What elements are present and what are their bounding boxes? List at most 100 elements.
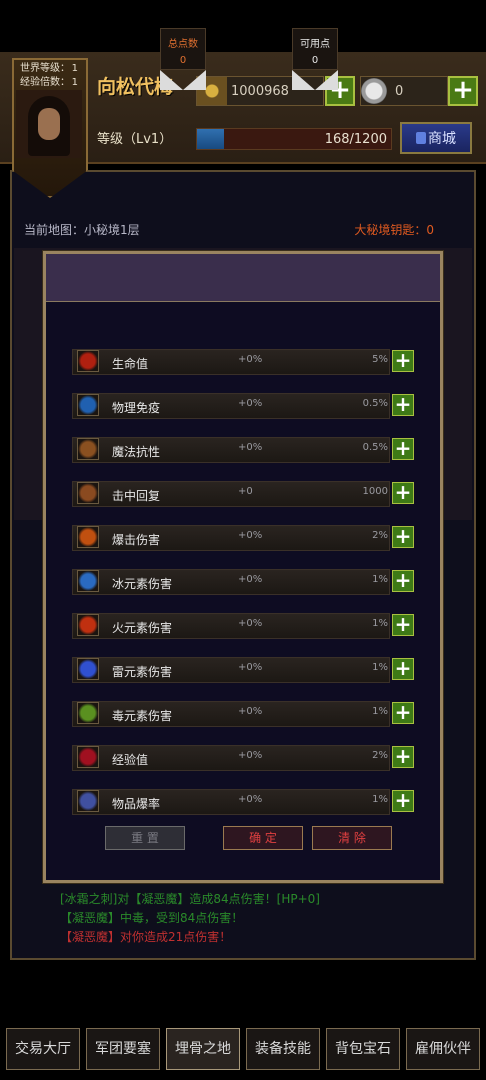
total-points-value: 0 <box>179 55 187 66</box>
attribute-name: 毒元素伤害 <box>112 709 173 723</box>
add-point-button[interactable]: + <box>392 702 414 724</box>
gold-value: 1000968 <box>231 83 289 99</box>
add-point-button[interactable]: + <box>392 570 414 592</box>
log-line: 【凝恶魔】对你造成21点伤害！ <box>60 930 232 944</box>
world-level-value: 1 <box>71 63 78 74</box>
ice-icon <box>77 570 99 592</box>
add-point-button[interactable]: + <box>392 350 414 372</box>
attribute-bonus: +0% <box>238 750 263 761</box>
magic-resist-icon <box>77 438 99 460</box>
coin-icon <box>361 78 387 104</box>
player-level: 等级（Lv1） <box>97 132 173 147</box>
current-map: 当前地图：小秘境1层 <box>24 223 140 237</box>
attribute-name: 冰元素伤害 <box>112 577 173 591</box>
attribute-step: 0.5% <box>362 398 388 409</box>
attribute-name: 爆击伤害 <box>112 533 161 547</box>
dialog-header <box>46 254 440 302</box>
attribute-name: 生命值 <box>112 357 149 371</box>
coin-display: 0 <box>360 76 448 106</box>
attribute-row: 物品爆率 +0% 1% + <box>72 789 418 815</box>
attribute-bonus: +0% <box>238 794 263 805</box>
world-info: 世界等级： 1 经验倍数： 1 <box>20 62 78 90</box>
attribute-row: 魔法抗性 +0% 0.5% + <box>72 437 418 463</box>
exp-text: 168/1200 <box>324 132 387 147</box>
add-point-button[interactable]: + <box>392 746 414 768</box>
attribute-bonus: +0% <box>238 354 263 365</box>
shop-bag-icon <box>416 132 426 144</box>
attribute-step: 5% <box>372 354 388 365</box>
add-point-button[interactable]: + <box>392 614 414 636</box>
add-point-button[interactable]: + <box>392 394 414 416</box>
nav-burial-ground[interactable]: 埋骨之地 <box>166 1028 240 1070</box>
nav-trade-hall[interactable]: 交易大厅 <box>6 1028 80 1070</box>
attribute-row: 经验值 +0% 2% + <box>72 745 418 771</box>
nav-mercenaries[interactable]: 雇佣伙伴 <box>406 1028 480 1070</box>
nav-legion-fortress[interactable]: 军团要塞 <box>86 1028 160 1070</box>
attribute-bonus: +0% <box>238 662 263 673</box>
available-points-value: 0 <box>311 55 319 66</box>
exp-multiplier-value: 1 <box>71 77 78 88</box>
attribute-bonus: +0% <box>238 530 263 541</box>
shop-button[interactable]: 商城 <box>400 122 472 154</box>
attribute-bonus: +0% <box>238 706 263 717</box>
coin-value: 0 <box>395 83 404 99</box>
attribute-name: 物品爆率 <box>112 797 161 811</box>
shield-figure-icon <box>77 394 99 416</box>
attribute-name: 魔法抗性 <box>112 445 161 459</box>
attribute-bonus: +0% <box>238 442 263 453</box>
confirm-button[interactable]: 确 定 <box>223 826 303 850</box>
available-points-label: 可用点 <box>300 39 330 50</box>
battle-log: [冰霜之刺]对【凝恶魔】造成84点伤害！[HP+0] 【凝恶魔】中毒，受到84点… <box>60 890 320 947</box>
attribute-bonus: +0% <box>238 574 263 585</box>
exp-bar: 168/1200 <box>196 128 392 150</box>
attribute-bonus: +0% <box>238 398 263 409</box>
attribute-row: 爆击伤害 +0% 2% + <box>72 525 418 551</box>
add-point-button[interactable]: + <box>392 658 414 680</box>
poison-icon <box>77 702 99 724</box>
attribute-row: 雷元素伤害 +0% 1% + <box>72 657 418 683</box>
add-coin-button[interactable]: + <box>448 76 478 106</box>
heart-icon <box>77 350 99 372</box>
attribute-row: 毒元素伤害 +0% 1% + <box>72 701 418 727</box>
avatar[interactable] <box>16 90 82 158</box>
add-point-button[interactable]: + <box>392 526 414 548</box>
attribute-name: 雷元素伤害 <box>112 665 173 679</box>
exp-fill <box>197 129 225 149</box>
attribute-row: 火元素伤害 +0% 1% + <box>72 613 418 639</box>
attribute-step: 2% <box>372 530 388 541</box>
log-line: 【凝恶魔】中毒，受到84点伤害！ <box>60 911 244 925</box>
attribute-step: 2% <box>372 750 388 761</box>
attribute-step: 1% <box>372 574 388 585</box>
exp-icon <box>77 746 99 768</box>
nav-bag-gems[interactable]: 背包宝石 <box>326 1028 400 1070</box>
attribute-name: 击中回复 <box>112 489 161 503</box>
crit-icon <box>77 526 99 548</box>
nav-equipment-skills[interactable]: 装备技能 <box>246 1028 320 1070</box>
shop-label: 商城 <box>428 131 456 147</box>
total-points-label: 总点数 <box>168 39 198 50</box>
attribute-name: 火元素伤害 <box>112 621 173 635</box>
attribute-step: 1% <box>372 706 388 717</box>
item-drop-icon <box>77 790 99 812</box>
reset-button[interactable]: 重 置 <box>105 826 185 850</box>
fist-icon <box>77 482 99 504</box>
fire-icon <box>77 614 99 636</box>
add-point-button[interactable]: + <box>392 790 414 812</box>
attribute-step: 1000 <box>362 486 388 497</box>
clear-button[interactable]: 清 除 <box>312 826 392 850</box>
attribute-bonus: +0% <box>238 618 263 629</box>
world-level-label: 世界等级： <box>20 63 70 74</box>
attribute-step: 0.5% <box>362 442 388 453</box>
add-point-button[interactable]: + <box>392 482 414 504</box>
lightning-icon <box>77 658 99 680</box>
add-point-button[interactable]: + <box>392 438 414 460</box>
attribute-row: 生命值 +0% 5% + <box>72 349 418 375</box>
attribute-bonus: +0 <box>238 486 253 497</box>
attribute-name: 物理免疫 <box>112 401 161 415</box>
total-points-tag: 总点数 0 <box>160 28 206 92</box>
attribute-row: 冰元素伤害 +0% 1% + <box>72 569 418 595</box>
attribute-name: 经验值 <box>112 753 149 767</box>
exp-multiplier-label: 经验倍数： <box>20 77 70 88</box>
attribute-step: 1% <box>372 794 388 805</box>
attribute-row: 击中回复 +0 1000 + <box>72 481 418 507</box>
